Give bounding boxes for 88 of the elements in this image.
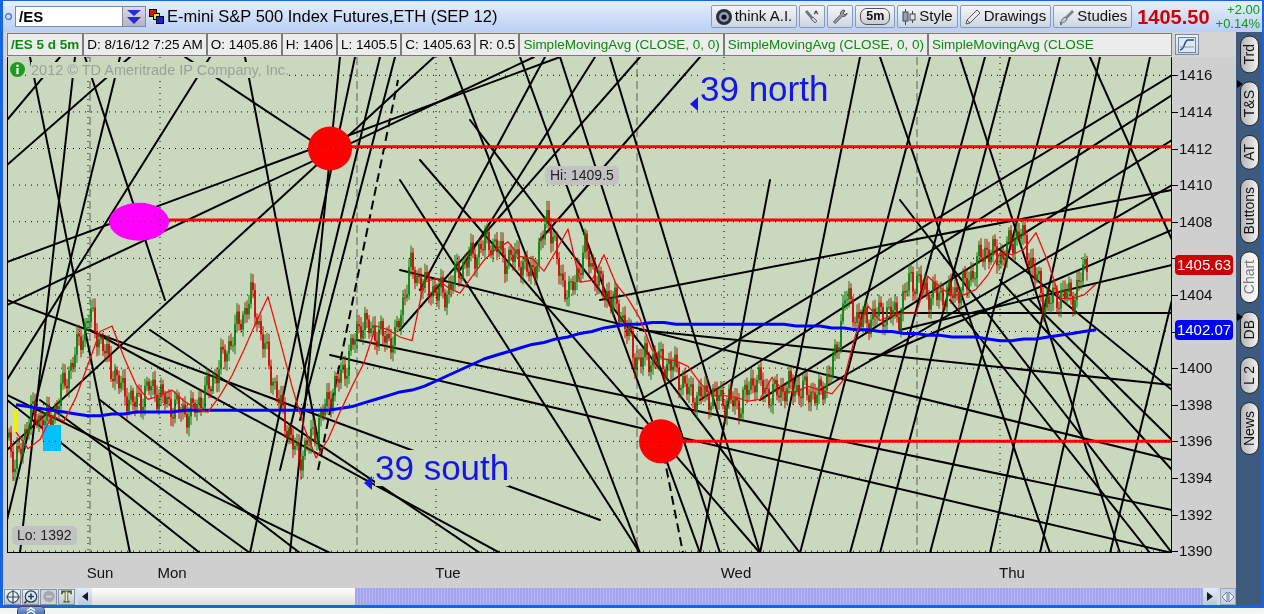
triangle-icon bbox=[364, 476, 372, 490]
disc-icon bbox=[715, 8, 732, 25]
price-axis-label: 1400 bbox=[1179, 359, 1213, 378]
time-axis-label: Wed bbox=[720, 564, 752, 582]
scroll-left-button[interactable] bbox=[78, 588, 92, 605]
candlestick-icon bbox=[902, 8, 917, 25]
price-axis-label: 1414 bbox=[1179, 102, 1213, 121]
right-arrow-icon bbox=[1207, 592, 1213, 601]
quote-field: H: 1406 bbox=[281, 33, 337, 56]
chart-settings-button[interactable] bbox=[1175, 34, 1199, 55]
instrument-title: E-mini S&P 500 Index Futures,ETH (SEP 12) bbox=[167, 6, 498, 28]
price-axis-label: 1404 bbox=[1179, 285, 1213, 304]
study-legend: SimpleMovingAvg (CLOSE, 0, 0) bbox=[723, 33, 929, 56]
high-price-label: Hi: 1409.5 bbox=[545, 166, 619, 185]
radio-icon bbox=[5, 13, 12, 20]
fit-button[interactable] bbox=[1220, 588, 1236, 605]
brush-icon bbox=[804, 8, 821, 25]
low-price-label: Lo: 1392 bbox=[12, 526, 77, 545]
info-icon bbox=[10, 62, 25, 77]
price-axis-label: 1408 bbox=[1179, 212, 1213, 231]
quote-field: R: 0.5 bbox=[475, 33, 520, 56]
price-axis-label: 1394 bbox=[1179, 468, 1213, 487]
brush-button[interactable] bbox=[799, 5, 826, 28]
price-axis-label: 1416 bbox=[1179, 66, 1213, 85]
brush-icon bbox=[1058, 8, 1075, 25]
circle-marker bbox=[639, 419, 683, 464]
quote-field: L: 1405.5 bbox=[336, 33, 402, 56]
price-axis-label: 1410 bbox=[1179, 176, 1213, 195]
think-ai-button[interactable]: think A.I. bbox=[710, 5, 798, 28]
highlight-marker bbox=[13, 409, 18, 433]
zoom-in-button[interactable] bbox=[22, 588, 39, 605]
price-axis-label: 1390 bbox=[1179, 542, 1213, 561]
price-axis-label: 1398 bbox=[1179, 395, 1213, 414]
side-tab[interactable]: News bbox=[1239, 401, 1259, 455]
squares-icon bbox=[149, 9, 164, 24]
studies-button[interactable]: Studies bbox=[1053, 5, 1133, 28]
circle-marker bbox=[308, 126, 352, 171]
side-tab[interactable]: Trd bbox=[1239, 35, 1259, 74]
time-axis-label: Mon bbox=[157, 564, 187, 582]
wrench-icon bbox=[832, 8, 849, 25]
expand-tab[interactable] bbox=[17, 606, 45, 614]
side-tab[interactable]: Chart bbox=[1239, 251, 1259, 304]
left-arrow-icon bbox=[82, 592, 88, 601]
side-tab[interactable]: T&S bbox=[1239, 81, 1259, 127]
last-price: 1405.50 bbox=[1137, 4, 1210, 30]
ellipse-marker bbox=[109, 202, 169, 241]
quote-field: C: 1405.63 bbox=[401, 33, 476, 56]
side-tab[interactable]: DB bbox=[1239, 311, 1259, 349]
price-tag: 1402.07 bbox=[1175, 320, 1233, 341]
triangle-icon bbox=[690, 97, 698, 111]
study-legend: SimpleMovingAvg (CLOSE bbox=[928, 33, 1172, 56]
crosshair-button[interactable] bbox=[4, 588, 21, 605]
dropdown-button[interactable] bbox=[122, 7, 145, 26]
settings-button[interactable] bbox=[827, 5, 854, 28]
crosshair-icon bbox=[5, 589, 20, 604]
side-tab[interactable]: Buttons bbox=[1239, 177, 1259, 244]
quote-field: O: 1405.86 bbox=[206, 33, 282, 56]
study-legend: SimpleMovingAvg (CLOSE, 0, 0) bbox=[519, 33, 724, 56]
side-tab[interactable]: L 2 bbox=[1239, 356, 1259, 394]
triangle-icon bbox=[1237, 80, 1243, 88]
interval-button[interactable]: 5m bbox=[855, 5, 896, 28]
zoom-out-icon bbox=[41, 589, 56, 604]
double-arrow-icon bbox=[1222, 590, 1234, 603]
time-axis-label: Thu bbox=[999, 564, 1025, 582]
scrollbar-thumb[interactable] bbox=[355, 588, 1203, 605]
pencil-icon bbox=[964, 8, 981, 25]
symbol-field[interactable]: /ES bbox=[15, 6, 146, 27]
time-axis-label: Sun bbox=[86, 564, 114, 582]
triangle-icon bbox=[1237, 313, 1243, 321]
quote-field: D: 8/16/12 7:25 AM bbox=[83, 33, 207, 56]
symbol-period-label: /ES 5 d 5m bbox=[7, 33, 84, 56]
scroll-right-button[interactable] bbox=[1203, 588, 1217, 605]
price-axis-label: 1392 bbox=[1179, 505, 1213, 524]
price-axis-label: 1412 bbox=[1179, 139, 1213, 158]
time-axis-label: Tue bbox=[435, 564, 461, 582]
percent-change: +0.14% bbox=[1215, 16, 1260, 31]
annotation-text: 39 north bbox=[700, 71, 829, 107]
annotation-text: 39 south bbox=[375, 450, 510, 486]
highlight-marker bbox=[43, 425, 61, 451]
drawings-button[interactable]: Drawings bbox=[959, 5, 1052, 28]
price-axis-label: 1396 bbox=[1179, 432, 1213, 451]
side-tab[interactable]: AT bbox=[1239, 134, 1259, 170]
style-button[interactable]: Style bbox=[897, 5, 958, 28]
curve-icon bbox=[1178, 36, 1196, 53]
net-change: +2.00 bbox=[1226, 2, 1260, 17]
price-tag: 1405.63 bbox=[1175, 255, 1233, 276]
chevron-up-icon bbox=[26, 607, 36, 614]
chevron-down-icon bbox=[127, 9, 141, 24]
